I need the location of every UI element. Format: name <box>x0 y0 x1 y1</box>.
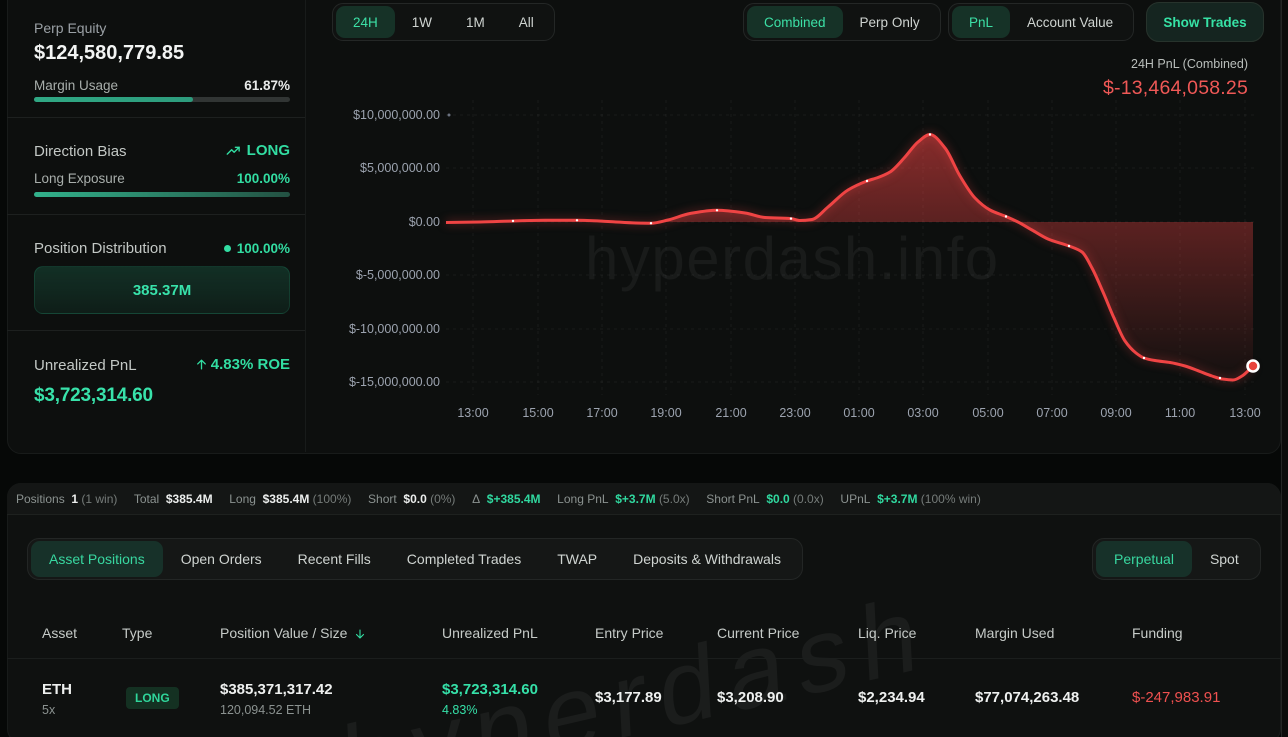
svg-text:03:00: 03:00 <box>907 406 938 420</box>
svg-text:$-10,000,000.00: $-10,000,000.00 <box>349 322 440 336</box>
svg-text:13:00: 13:00 <box>457 406 488 420</box>
svg-text:$0.00: $0.00 <box>409 215 440 229</box>
svg-text:15:00: 15:00 <box>522 406 553 420</box>
svg-text:23:00: 23:00 <box>779 406 810 420</box>
svg-text:19:00: 19:00 <box>650 406 681 420</box>
svg-text:09:00: 09:00 <box>1100 406 1131 420</box>
svg-text:$-5,000,000.00: $-5,000,000.00 <box>356 268 440 282</box>
svg-text:$-15,000,000.00: $-15,000,000.00 <box>349 375 440 389</box>
svg-text:$10,000,000.00: $10,000,000.00 <box>353 108 440 122</box>
svg-text:17:00: 17:00 <box>586 406 617 420</box>
svg-text:13:00: 13:00 <box>1229 406 1260 420</box>
svg-text:01:00: 01:00 <box>843 406 874 420</box>
svg-text:05:00: 05:00 <box>972 406 1003 420</box>
svg-text:11:00: 11:00 <box>1165 406 1195 420</box>
svg-text:07:00: 07:00 <box>1036 406 1067 420</box>
svg-text:21:00: 21:00 <box>715 406 746 420</box>
svg-text:$5,000,000.00: $5,000,000.00 <box>360 161 440 175</box>
